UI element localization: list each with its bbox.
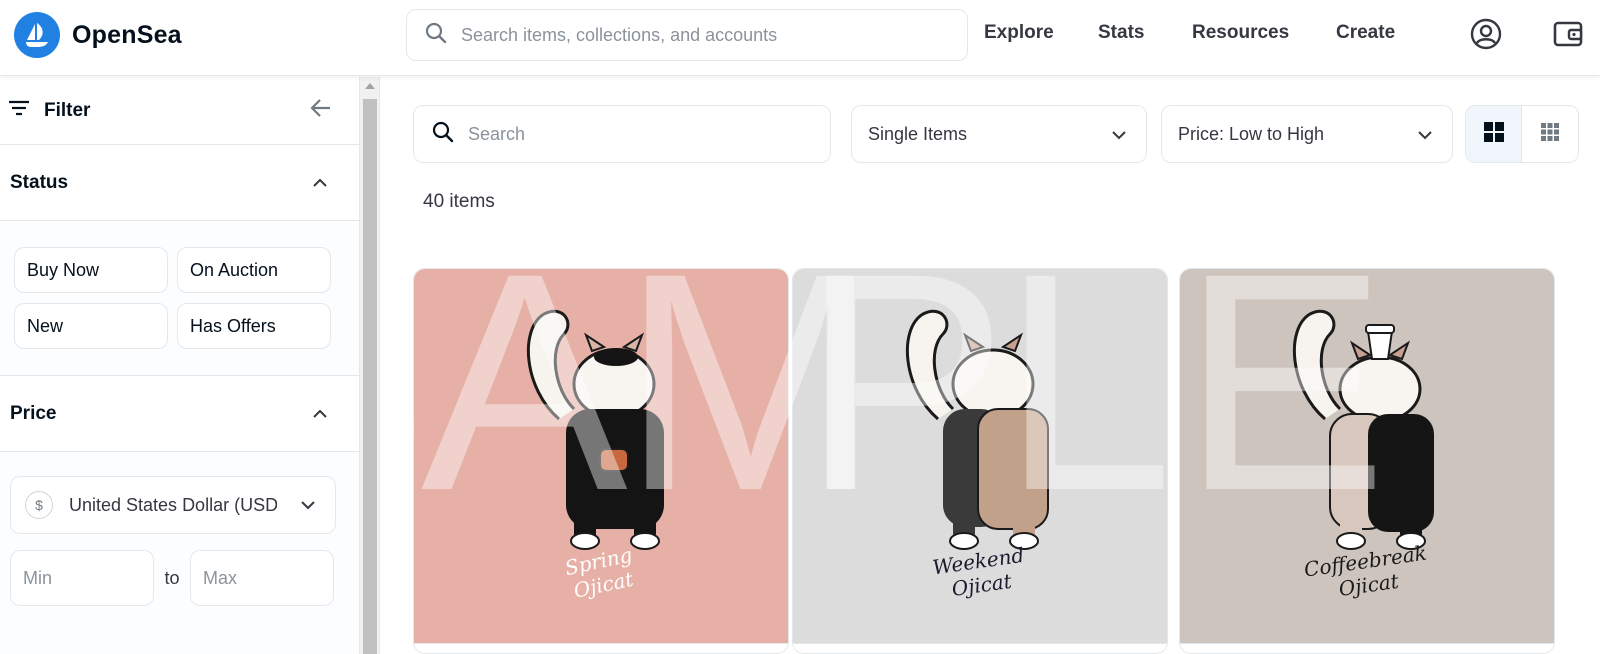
brand-logo[interactable]: OpenSea xyxy=(14,12,182,58)
nav-resources[interactable]: Resources xyxy=(1192,22,1289,44)
top-navigation: OpenSea Explore Stats Resources Create xyxy=(0,0,1600,76)
price-min-input[interactable] xyxy=(10,550,154,606)
compact-grid-icon xyxy=(1540,122,1560,147)
card-footer xyxy=(1180,643,1554,653)
search-icon xyxy=(425,22,447,49)
nft-image: Spring Ojicat xyxy=(414,269,788,643)
status-options: Buy Now On Auction New Has Offers xyxy=(0,221,359,376)
grid-view-toggle xyxy=(1465,105,1579,163)
dollar-icon: $ xyxy=(25,491,53,519)
filter-sidebar: Filter Status Buy Now On Auction New Has… xyxy=(0,77,360,654)
chevron-up-icon xyxy=(310,404,330,424)
sidebar-scrollbar[interactable] xyxy=(360,77,380,654)
status-section-toggle[interactable]: Status xyxy=(0,145,359,221)
status-new-button[interactable]: New xyxy=(14,303,168,349)
filter-title: Filter xyxy=(44,99,91,121)
nft-image: Weekend Ojicat xyxy=(793,269,1167,643)
status-on-auction-button[interactable]: On Auction xyxy=(177,247,331,293)
scrollbar-thumb[interactable] xyxy=(363,99,377,654)
chevron-up-icon xyxy=(310,173,330,193)
main-content: Single Items Price: Low to High 40 xyxy=(381,77,1600,654)
item-type-selected: Single Items xyxy=(868,123,968,144)
nft-card[interactable]: Coffeebreak Ojicat xyxy=(1179,268,1555,654)
nft-card[interactable]: Spring Ojicat xyxy=(413,268,789,654)
item-search-input[interactable] xyxy=(468,123,808,145)
nft-card[interactable]: Weekend Ojicat xyxy=(792,268,1168,654)
wallet-icon[interactable] xyxy=(1550,16,1586,52)
filter-icon xyxy=(8,97,30,124)
collapse-sidebar-button[interactable] xyxy=(306,95,336,125)
large-grid-button[interactable] xyxy=(1466,106,1523,162)
search-icon xyxy=(432,121,454,148)
arrow-left-icon xyxy=(310,97,332,124)
nft-image: Coffeebreak Ojicat xyxy=(1180,269,1554,643)
price-max-input[interactable] xyxy=(190,550,334,606)
nav-stats[interactable]: Stats xyxy=(1098,22,1144,44)
currency-select[interactable]: $ United States Dollar (USD) xyxy=(10,476,336,534)
chevron-down-icon xyxy=(1416,126,1434,144)
item-count: 40 items xyxy=(423,191,495,212)
price-section-toggle[interactable]: Price xyxy=(0,376,359,452)
nav-explore[interactable]: Explore xyxy=(984,22,1054,44)
sort-selected: Price: Low to High xyxy=(1178,123,1325,144)
sort-dropdown[interactable]: Price: Low to High xyxy=(1161,105,1453,163)
large-grid-icon xyxy=(1483,121,1505,148)
price-range: to xyxy=(10,550,359,606)
profile-icon[interactable] xyxy=(1468,16,1504,52)
status-buy-now-button[interactable]: Buy Now xyxy=(14,247,168,293)
opensea-logo-icon xyxy=(14,12,60,58)
nav-create[interactable]: Create xyxy=(1336,22,1395,44)
chevron-down-icon xyxy=(1110,126,1128,144)
status-section-title: Status xyxy=(10,171,69,193)
brand-name: OpenSea xyxy=(72,20,182,49)
global-search-bar[interactable] xyxy=(406,9,968,61)
global-search-input[interactable] xyxy=(461,24,941,46)
card-footer xyxy=(793,643,1167,653)
chevron-down-icon xyxy=(299,496,317,519)
compact-grid-button[interactable] xyxy=(1522,106,1578,162)
item-search-bar[interactable] xyxy=(413,105,831,163)
item-type-dropdown[interactable]: Single Items xyxy=(851,105,1147,163)
scroll-up-arrow-icon[interactable] xyxy=(365,83,375,89)
filter-header: Filter xyxy=(0,77,359,145)
status-has-offers-button[interactable]: Has Offers xyxy=(177,303,331,349)
card-footer xyxy=(414,643,788,653)
currency-selected-value: United States Dollar (USD) xyxy=(69,494,277,515)
price-range-separator: to xyxy=(164,567,180,588)
price-section-title: Price xyxy=(10,402,57,424)
